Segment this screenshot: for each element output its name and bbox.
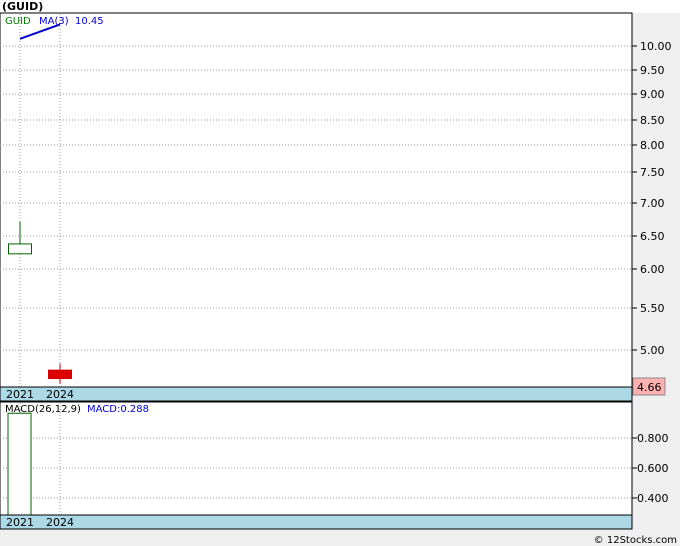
price-tick-label: 5.00 (640, 344, 665, 357)
macd-axis-ticks: 0.800 0.600 0.400 (632, 432, 669, 505)
macd-tick-label: 0.800 (637, 432, 669, 445)
price-tick-label: 7.50 (640, 166, 665, 179)
legend-ma-value: 10.45 (75, 16, 104, 27)
price-tick-label: 10.00 (640, 40, 672, 53)
macd-x-tick-2021: 2021 (6, 516, 34, 529)
price-x-axis-band (0, 386, 633, 402)
price-tick-label: 8.00 (640, 139, 665, 152)
macd-bar (7, 412, 32, 516)
legend-ma-label: MA(3) (39, 16, 69, 27)
stock-chart: 10.00 9.50 9.00 8.50 8.00 7.50 7.00 6.50 6.00 5.5… (0, 12, 672, 530)
price-panel (0, 12, 633, 388)
price-tick-label: 6.00 (640, 263, 665, 276)
price-tick-label: 5.50 (640, 302, 665, 315)
price-tick-label: 7.00 (640, 197, 665, 210)
price-tick-label: 9.00 (640, 88, 665, 101)
macd-tick-label: 0.600 (637, 462, 669, 475)
macd-value-label: MACD:0.288 (87, 404, 149, 415)
price-axis-ticks: 10.00 9.50 9.00 8.50 8.00 7.50 7.00 6.50 6.00 5.5… (632, 40, 672, 357)
price-tick-label: 9.50 (640, 64, 665, 77)
price-x-tick-2021: 2021 (6, 388, 34, 401)
credit-label: © 12Stocks.com (593, 535, 677, 546)
price-tick-label: 8.50 (640, 114, 665, 127)
candle-body (8, 243, 32, 255)
price-tick-label: 6.50 (640, 230, 665, 243)
macd-legend-label: MACD(26,12,9) (5, 404, 81, 415)
legend-symbol: GUID (5, 16, 31, 27)
macd-x-axis-band (0, 514, 633, 530)
last-price-label: 4.66 (637, 381, 662, 394)
macd-bars (7, 412, 32, 516)
candle-body (48, 369, 72, 380)
macd-x-tick-2024: 2024 (46, 516, 74, 529)
macd-tick-label: 0.400 (637, 492, 669, 505)
price-x-tick-2024: 2024 (46, 388, 74, 401)
